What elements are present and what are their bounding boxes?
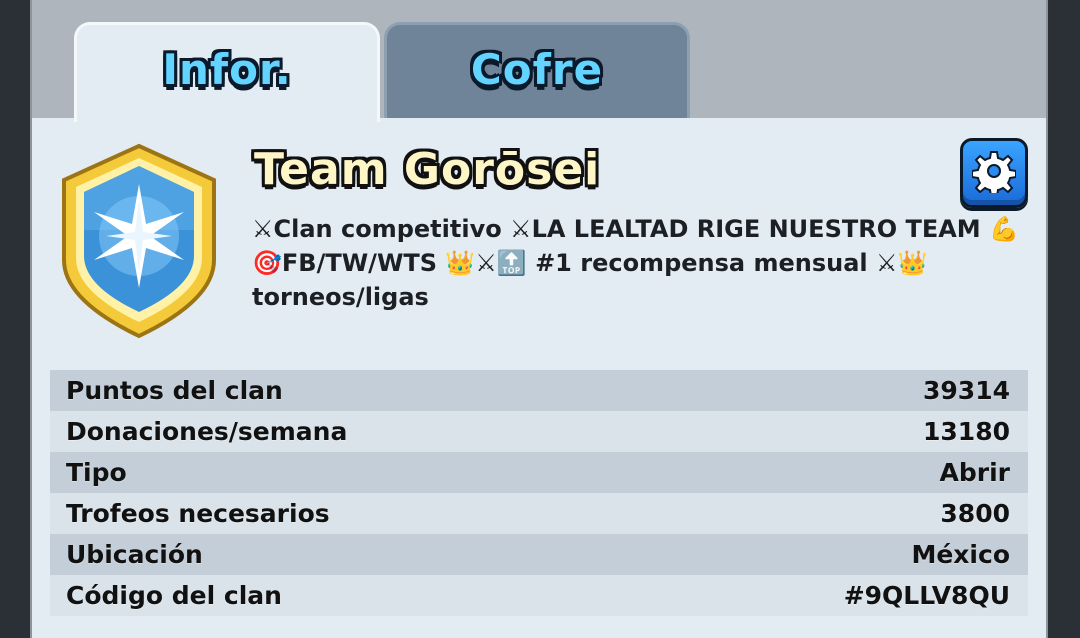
clan-description: ⚔Clan competitivo ⚔LA LEALTAD RIGE NUEST… xyxy=(252,215,1019,311)
stat-row-location: Ubicación México xyxy=(50,534,1028,575)
clan-info-panel: Team Gorōsei ⚔Clan competitivo ⚔LA LEALT… xyxy=(32,118,1046,638)
stat-label: Puntos del clan xyxy=(66,376,283,405)
tab-cofre[interactable]: Cofre xyxy=(384,22,690,122)
stat-value: 39314 xyxy=(923,376,1010,405)
clan-stats-table: Puntos del clan 39314 Donaciones/semana … xyxy=(50,370,1028,616)
stat-value[interactable]: #9QLLV8QU xyxy=(844,581,1010,610)
stat-label: Trofeos necesarios xyxy=(66,499,330,528)
star-shield-icon xyxy=(54,140,224,340)
stat-label: Ubicación xyxy=(66,540,203,569)
stat-value: México xyxy=(911,540,1010,569)
stat-label: Donaciones/semana xyxy=(66,417,348,446)
stat-label: Código del clan xyxy=(66,581,282,610)
settings-button[interactable] xyxy=(960,138,1028,208)
stat-label: Tipo xyxy=(66,458,127,487)
stat-row-type: Tipo Abrir xyxy=(50,452,1028,493)
stat-value: 13180 xyxy=(923,417,1010,446)
tab-cofre-label: Cofre xyxy=(470,45,604,94)
stat-value: Abrir xyxy=(939,458,1010,487)
tab-info-label: Infor. xyxy=(162,45,292,94)
stat-value: 3800 xyxy=(940,499,1010,528)
clan-window: Infor. Cofre Team Gorōsei ⚔Clan competit… xyxy=(30,0,1048,638)
stat-row-clan-points: Puntos del clan 39314 xyxy=(50,370,1028,411)
gear-icon xyxy=(971,149,1017,197)
tab-info[interactable]: Infor. xyxy=(74,22,380,122)
stat-row-donations: Donaciones/semana 13180 xyxy=(50,411,1028,452)
stat-row-clan-code: Código del clan #9QLLV8QU xyxy=(50,575,1028,616)
clan-name: Team Gorōsei xyxy=(254,144,601,195)
stat-row-required-trophies: Trofeos necesarios 3800 xyxy=(50,493,1028,534)
